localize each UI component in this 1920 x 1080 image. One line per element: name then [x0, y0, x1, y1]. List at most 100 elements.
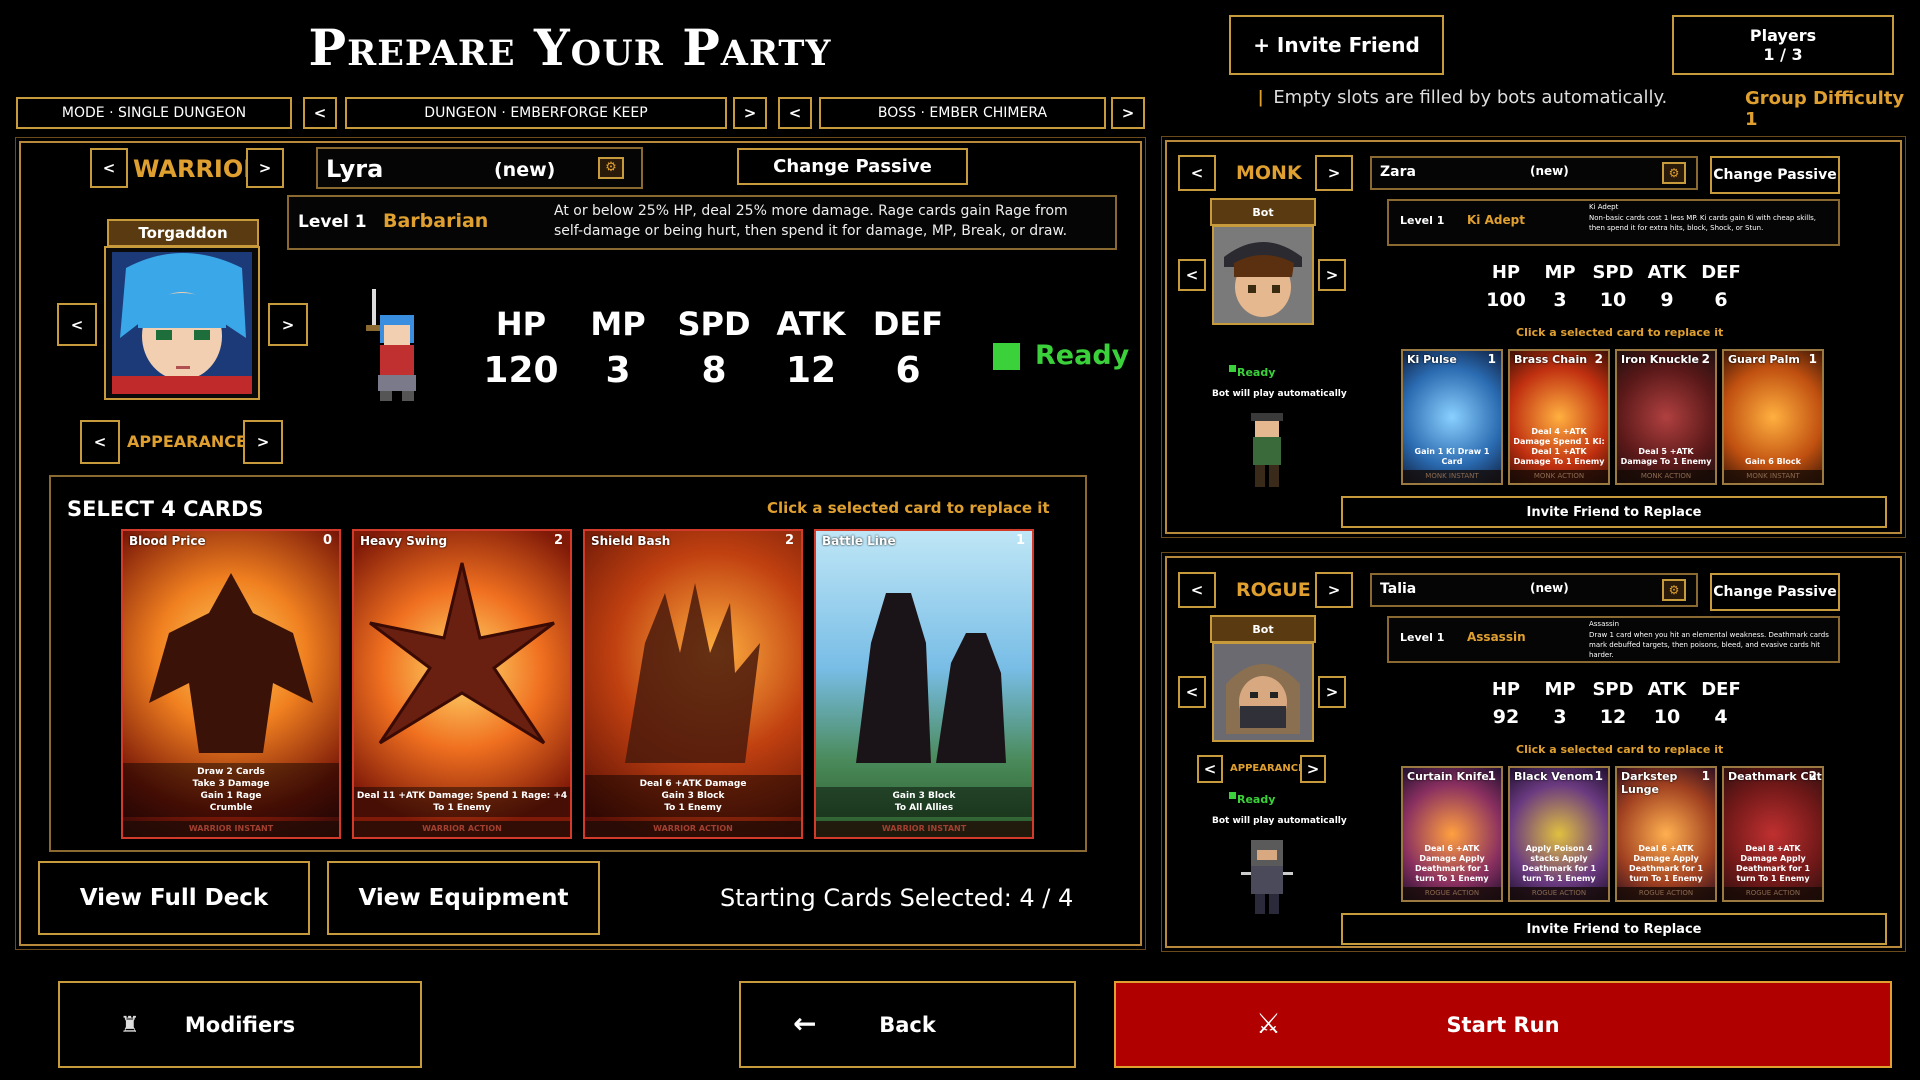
view-full-deck-label: View Full Deck	[79, 885, 269, 911]
warrior-name-field[interactable]: Lyra (new) ⚙	[316, 147, 643, 189]
warrior-name: Lyra	[326, 155, 384, 183]
warrior-card[interactable]: Shield Bash 2 Deal 6 +ATK Damage Gain 3 Blo…	[583, 529, 803, 839]
warrior-appearance-prev-button[interactable]: <	[80, 420, 120, 464]
warrior-name-tag: (new)	[494, 159, 556, 181]
warrior-stat-value: 12	[785, 350, 837, 391]
card-description: Gain 6 Block	[1745, 457, 1801, 466]
card-cost: 1	[1701, 769, 1710, 783]
rogue-class-next-button[interactable]: >	[1315, 572, 1353, 608]
monk-card[interactable]: Brass Chain 2 Deal 4 +ATK Damage Spend 1 K…	[1508, 349, 1610, 485]
card-description: Gain 1 Ki Draw 1 Card	[1414, 447, 1490, 466]
rogue-change-passive-label: Change Passive	[1713, 584, 1837, 600]
monk-card[interactable]: Guard Palm 1 Gain 6 Block MONK INSTANT	[1722, 349, 1824, 485]
mode-selector[interactable]: MODE · SINGLE DUNGEON	[16, 97, 292, 129]
warrior-portrait-next-button[interactable]: >	[268, 303, 308, 346]
monk-class-prev-button[interactable]: <	[1178, 155, 1216, 191]
monk-class-next-button[interactable]: >	[1315, 155, 1353, 191]
view-equipment-button[interactable]: View Equipment	[327, 861, 600, 935]
rogue-portrait-next-button[interactable]: >	[1318, 676, 1346, 708]
rogue-stat-label: DEF	[1701, 679, 1741, 700]
warrior-appearance-next-button[interactable]: >	[243, 420, 283, 464]
warrior-change-passive-button[interactable]: Change Passive	[737, 148, 968, 185]
monk-card[interactable]: Iron Knuckle 2 Deal 5 +ATK Damage To 1 Ene…	[1615, 349, 1717, 485]
rogue-portrait-prev-button[interactable]: <	[1178, 676, 1206, 708]
card-description: Deal 6 +ATK Damage Gain 3 Block To 1 Enemy	[585, 775, 801, 817]
monk-stat-label: MP	[1544, 262, 1576, 283]
warrior-level: Level 1	[298, 212, 367, 232]
monk-stat-value: 3	[1553, 289, 1567, 311]
card-description: Deal 6 +ATK Damage Apply Deathmark for 1…	[1414, 844, 1490, 883]
rogue-passive-name: Assassin	[1467, 630, 1526, 644]
warrior-card[interactable]: Battle Line 1 Gain 3 Block To All Allies WAR…	[814, 529, 1034, 839]
card-cost: 2	[784, 533, 794, 548]
rogue-name-field[interactable]: Talia (new) ⚙	[1370, 573, 1698, 607]
warrior-face-image	[112, 252, 252, 394]
monk-bot-tag: Bot	[1210, 198, 1316, 226]
monk-stat-label: HP	[1491, 262, 1521, 283]
card-desc-line: Gain 1 Rage	[200, 791, 262, 801]
rogue-ready-indicator	[1229, 792, 1236, 799]
rogue-change-passive-button[interactable]: Change Passive	[1710, 573, 1840, 611]
randomize-name-icon[interactable]: ⚙	[598, 157, 624, 179]
rogue-card[interactable]: Deathmark Cut 2 Deal 8 +ATK Damage Apply D…	[1722, 766, 1824, 902]
boss-label: BOSS · EMBER CHIMERA	[877, 105, 1048, 121]
view-full-deck-button[interactable]: View Full Deck	[38, 861, 310, 935]
monk-change-passive-button[interactable]: Change Passive	[1710, 156, 1840, 194]
warrior-class-prev-button[interactable]: <	[90, 148, 128, 188]
rogue-invite-replace-button[interactable]: Invite Friend to Replace	[1341, 913, 1887, 945]
rogue-card[interactable]: Darkstep Lunge 1 Deal 6 +ATK Damage Apply …	[1615, 766, 1717, 902]
rogue-name: Talia	[1380, 581, 1417, 597]
info-icon: ǀ	[1258, 87, 1264, 108]
rogue-class-label: ROGUE	[1236, 579, 1311, 601]
modifiers-button[interactable]: ♜ Modifiers	[58, 981, 422, 1068]
monk-invite-replace-button[interactable]: Invite Friend to Replace	[1341, 496, 1887, 528]
randomize-name-icon[interactable]: ⚙	[1662, 162, 1686, 184]
players-box: Players 1 / 3	[1672, 15, 1894, 75]
rogue-appearance-next-button[interactable]: >	[1300, 755, 1326, 783]
back-button[interactable]: ← Back	[739, 981, 1076, 1068]
dungeon-prev-button[interactable]: <	[303, 97, 337, 129]
monk-change-passive-label: Change Passive	[1713, 167, 1837, 183]
monk-click-hint: Click a selected card to replace it	[1516, 326, 1724, 339]
dungeon-label: DUNGEON · EMBERFORGE KEEP	[424, 105, 648, 121]
rogue-card[interactable]: Black Venom 1 Apply Poison 4 stacks Apply …	[1508, 766, 1610, 902]
card-name: Iron Knuckle	[1621, 353, 1699, 366]
rogue-level: Level 1	[1400, 631, 1445, 644]
rogue-card[interactable]: Curtain Knife 1 Deal 6 +ATK Damage Apply D…	[1401, 766, 1503, 902]
group-difficulty: Group Difficulty 1	[1745, 88, 1905, 130]
boss-next-button[interactable]: >	[1111, 97, 1145, 129]
monk-card[interactable]: Ki Pulse 1 Gain 1 Ki Draw 1 Card MONK INSTA…	[1401, 349, 1503, 485]
invite-friend-button[interactable]: + Invite Friend	[1229, 15, 1444, 75]
card-name: Blood Price	[129, 534, 206, 548]
dungeon-next-button[interactable]: >	[733, 97, 767, 129]
card-type: MONK INSTANT	[1724, 470, 1822, 483]
monk-portrait-next-button[interactable]: >	[1318, 259, 1346, 291]
empty-slots-text: Empty slots are filled by bots automatic…	[1273, 87, 1668, 108]
warrior-card[interactable]: Blood Price 0 Draw 2 Cards Take 3 Damage Gai…	[121, 529, 341, 839]
randomize-name-icon[interactable]: ⚙	[1662, 579, 1686, 601]
card-type: ROGUE ACTION	[1617, 887, 1715, 900]
card-description: Deal 4 +ATK Damage Spend 1 Ki: Deal 1 +A…	[1513, 427, 1605, 466]
boss-prev-button[interactable]: <	[778, 97, 812, 129]
monk-bot-note: Bot will play automatically	[1212, 389, 1347, 399]
card-type: WARRIOR INSTANT	[816, 821, 1032, 837]
rogue-class-prev-button[interactable]: <	[1178, 572, 1216, 608]
warrior-portrait-prev-button[interactable]: <	[57, 303, 97, 346]
monk-name-field[interactable]: Zara (new) ⚙	[1370, 156, 1698, 190]
warrior-card[interactable]: Heavy Swing 2 Deal 11 +ATK Damage; Spend 1…	[352, 529, 572, 839]
rogue-appearance-prev-button[interactable]: <	[1197, 755, 1223, 783]
card-cost: 1	[1487, 352, 1496, 366]
rogue-invite-replace-label: Invite Friend to Replace	[1526, 921, 1702, 937]
rogue-stat-label: SPD	[1592, 679, 1634, 700]
rogue-passive-desc: Draw 1 card when you hit an elemental we…	[1589, 631, 1829, 659]
monk-stat-value: 9	[1660, 289, 1674, 311]
monk-stat-label: SPD	[1592, 262, 1634, 283]
warrior-stat-value: 3	[605, 350, 631, 391]
monk-passive-desc: Non-basic cards cost 1 less MP. Ki cards…	[1589, 214, 1817, 232]
monk-stat-label: ATK	[1647, 262, 1687, 283]
rogue-stat-value: 10	[1653, 706, 1681, 728]
start-run-button[interactable]: ⚔ Start Run	[1114, 981, 1892, 1068]
monk-portrait-prev-button[interactable]: <	[1178, 259, 1206, 291]
warrior-class-next-button[interactable]: >	[246, 148, 284, 188]
monk-stat-value: 100	[1486, 289, 1526, 311]
